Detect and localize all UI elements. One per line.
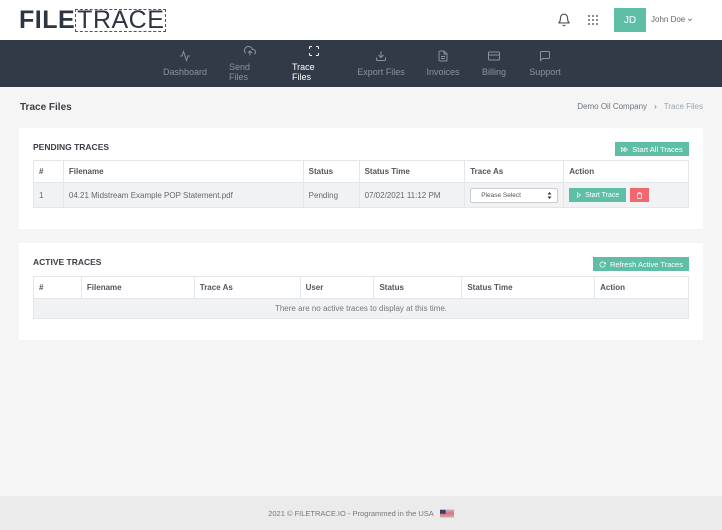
column-header: Filename bbox=[62, 160, 304, 183]
start-trace-label: Start Trace bbox=[585, 191, 620, 199]
fast-forward-icon bbox=[621, 146, 629, 152]
user-name: John Doe bbox=[651, 15, 686, 24]
credit-card-icon bbox=[488, 51, 500, 61]
download-icon bbox=[376, 51, 386, 61]
logo-trace-text: TRACE bbox=[75, 6, 167, 34]
nav-label: Trace Files bbox=[292, 62, 315, 82]
nav-invoices[interactable]: Invoices bbox=[426, 40, 460, 87]
start-all-traces-button[interactable]: Start All Traces bbox=[615, 142, 689, 156]
column-header: Status bbox=[302, 160, 360, 183]
row-actions: Start Trace bbox=[563, 182, 689, 208]
column-header: # bbox=[33, 276, 82, 299]
start-trace-button[interactable]: Start Trace bbox=[569, 188, 627, 202]
row-status: Pending bbox=[302, 182, 360, 208]
trash-icon bbox=[637, 191, 643, 199]
maximize-icon bbox=[309, 46, 319, 56]
file-text-icon bbox=[438, 50, 448, 62]
nav-label: Dashboard bbox=[162, 67, 208, 77]
start-all-traces-label: Start All Traces bbox=[632, 144, 683, 154]
trace-as-selected-value: Please Select bbox=[481, 191, 521, 199]
breadcrumb-current: Trace Files bbox=[663, 102, 703, 111]
nav-label: Send Files bbox=[229, 62, 251, 82]
row-filename: 04.21 Midstream Example POP Statement.pd… bbox=[62, 182, 304, 208]
column-header: Status bbox=[373, 276, 463, 299]
table-row: 1 04.21 Midstream Example POP Statement.… bbox=[33, 182, 689, 208]
top-header: FILE TRACE JD John Doe bbox=[0, 0, 722, 40]
apps-grid-icon[interactable] bbox=[587, 14, 599, 26]
table-header-row: # Filename Status Status Time Trace As A… bbox=[33, 160, 689, 183]
row-status-time: 07/02/2021 11:12 PM bbox=[358, 182, 466, 208]
column-header: Action bbox=[563, 160, 689, 183]
logo-file-text: FILE bbox=[19, 6, 76, 34]
row-trace-as: Please Select bbox=[464, 182, 565, 208]
activity-icon bbox=[180, 50, 190, 62]
nav-dashboard[interactable]: Dashboard bbox=[162, 40, 208, 87]
column-header: Status Time bbox=[461, 276, 596, 299]
refresh-active-traces-label: Refresh Active Traces bbox=[610, 259, 683, 269]
user-menu[interactable]: John Doe bbox=[651, 15, 693, 24]
pending-traces-title: PENDING TRACES bbox=[33, 142, 110, 152]
nav-export-files[interactable]: Export Files bbox=[357, 40, 405, 87]
trace-as-select[interactable]: Please Select bbox=[470, 187, 559, 203]
row-number: 1 bbox=[33, 182, 64, 208]
column-header: Filename bbox=[80, 276, 195, 299]
table-empty-row: There are no active traces to display at… bbox=[33, 298, 689, 319]
nav-label: Support bbox=[529, 67, 561, 77]
nav-label: Billing bbox=[481, 67, 506, 77]
nav-label: Export Files bbox=[357, 67, 405, 77]
footer-text: 2021 © FILETRACE.IO - Programmed in the … bbox=[268, 508, 434, 518]
nav-trace-files[interactable]: Trace Files bbox=[292, 40, 336, 87]
breadcrumb-separator: › bbox=[654, 102, 657, 111]
column-header: Trace As bbox=[193, 276, 301, 299]
play-icon bbox=[577, 192, 582, 198]
cloud-upload-icon bbox=[244, 45, 256, 56]
refresh-icon bbox=[599, 261, 607, 267]
active-traces-card: ACTIVE TRACES Refresh Active Traces # Fi… bbox=[19, 243, 703, 340]
bell-icon[interactable] bbox=[557, 13, 571, 27]
nav-support[interactable]: Support bbox=[528, 40, 562, 87]
active-traces-table: # Filename Trace As User Status Status T… bbox=[33, 276, 689, 319]
message-square-icon bbox=[540, 51, 550, 62]
column-header: # bbox=[33, 160, 64, 183]
empty-message: There are no active traces to display at… bbox=[33, 298, 689, 319]
chevron-down-icon bbox=[688, 17, 693, 21]
breadcrumb: Demo Oil Company › Trace Files bbox=[577, 102, 703, 111]
main-navbar: Dashboard Send Files Trace Files Export … bbox=[0, 40, 722, 87]
column-header: Status Time bbox=[358, 160, 466, 183]
table-header-row: # Filename Trace As User Status Status T… bbox=[33, 276, 689, 299]
avatar[interactable]: JD bbox=[614, 8, 646, 32]
page-title: Trace Files bbox=[20, 102, 72, 113]
us-flag-icon bbox=[439, 509, 454, 517]
brand-logo[interactable]: FILE TRACE bbox=[19, 6, 167, 34]
column-header: Action bbox=[594, 276, 689, 299]
refresh-active-traces-button[interactable]: Refresh Active Traces bbox=[593, 257, 689, 271]
column-header: User bbox=[299, 276, 375, 299]
pending-traces-card: PENDING TRACES Start All Traces # Filena… bbox=[19, 128, 703, 229]
breadcrumb-company[interactable]: Demo Oil Company bbox=[577, 102, 647, 111]
sort-arrows-icon bbox=[547, 191, 552, 199]
active-traces-title: ACTIVE TRACES bbox=[33, 257, 102, 267]
nav-send-files[interactable]: Send Files bbox=[229, 40, 271, 87]
pending-traces-table: # Filename Status Status Time Trace As A… bbox=[33, 160, 689, 208]
nav-billing[interactable]: Billing bbox=[481, 40, 507, 87]
column-header: Trace As bbox=[464, 160, 565, 183]
nav-label: Invoices bbox=[426, 67, 460, 77]
footer: 2021 © FILETRACE.IO - Programmed in the … bbox=[0, 496, 722, 530]
delete-trace-button[interactable] bbox=[630, 188, 650, 202]
